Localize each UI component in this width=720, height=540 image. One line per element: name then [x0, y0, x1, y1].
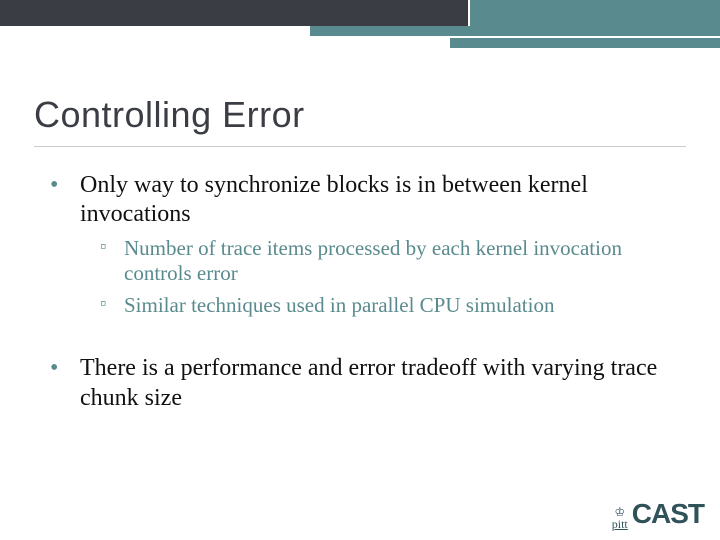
bullet-item: Only way to synchronize blocks is in bet… — [62, 171, 686, 318]
sub-bullet-text: Similar techniques used in parallel CPU … — [124, 293, 554, 317]
header-stripes — [0, 26, 720, 48]
sub-bullet-list: Number of trace items processed by each … — [80, 236, 686, 319]
slide-title: Controlling Error — [34, 64, 686, 147]
pitt-text: pitt — [612, 518, 628, 530]
footer-logo: ♔ pitt CAST — [612, 498, 704, 530]
bullet-item: There is a performance and error tradeof… — [62, 354, 686, 413]
cast-text: CAST — [632, 498, 704, 530]
sub-bullet-item: Number of trace items processed by each … — [106, 236, 686, 287]
pitt-logo: ♔ pitt — [612, 506, 628, 530]
bullet-list: Only way to synchronize blocks is in bet… — [34, 171, 686, 318]
sub-bullet-text: Number of trace items processed by each … — [124, 236, 622, 286]
bullet-text: There is a performance and error tradeof… — [80, 355, 657, 410]
sub-bullet-item: Similar techniques used in parallel CPU … — [106, 293, 686, 319]
bullet-text: Only way to synchronize blocks is in bet… — [80, 172, 588, 227]
bullet-list: There is a performance and error tradeof… — [34, 354, 686, 413]
header-band — [0, 0, 720, 26]
slide-content: Controlling Error Only way to synchroniz… — [0, 64, 720, 431]
